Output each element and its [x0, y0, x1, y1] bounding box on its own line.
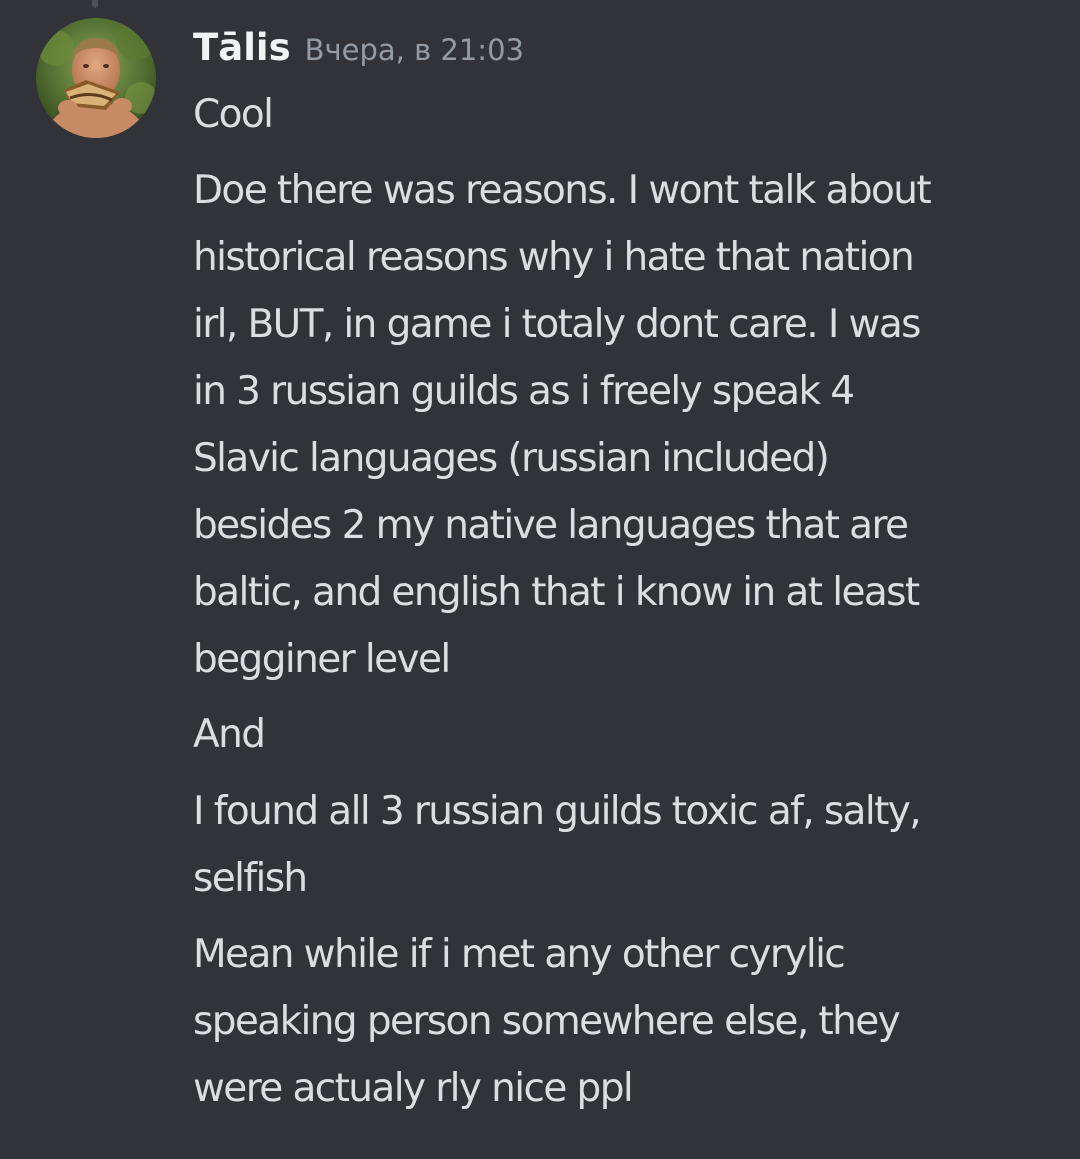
message-line: irl, BUT, in game i totaly dont care. I … [193, 302, 921, 347]
timestamp: Вчера, в 21:03 [304, 33, 524, 67]
message-line: Mean while if i met any other cyrylic [193, 932, 846, 977]
message-line: in 3 russian guilds as i freely speak 4 [193, 369, 855, 414]
message-line: were actualy rly nice ppl [193, 1066, 634, 1111]
avatar-photo-icon [36, 18, 156, 138]
message-line: speaking person somewhere else, they [193, 999, 901, 1044]
message-line: selfish [193, 856, 308, 901]
message-line: baltic, and english that i know in at le… [193, 570, 920, 615]
message-line: Cool [193, 92, 274, 137]
message-header: Tālis Вчера, в 21:03 [193, 26, 524, 82]
message-line: begginer level [193, 637, 451, 682]
message-line: Doe there was reasons. I wont talk about [193, 168, 932, 213]
message-line: besides 2 my native languages that are [193, 503, 909, 548]
username[interactable]: Tālis [193, 26, 291, 69]
message-line: And [193, 712, 266, 757]
message-line: Slavic languages (russian included) [193, 436, 830, 481]
message-line: historical reasons why i hate that natio… [193, 235, 915, 280]
avatar[interactable] [36, 18, 156, 138]
message-line: I found all 3 russian guilds toxic af, s… [193, 789, 922, 834]
chat-message: Tālis Вчера, в 21:03 Cool Doe there was r… [0, 0, 1080, 1159]
